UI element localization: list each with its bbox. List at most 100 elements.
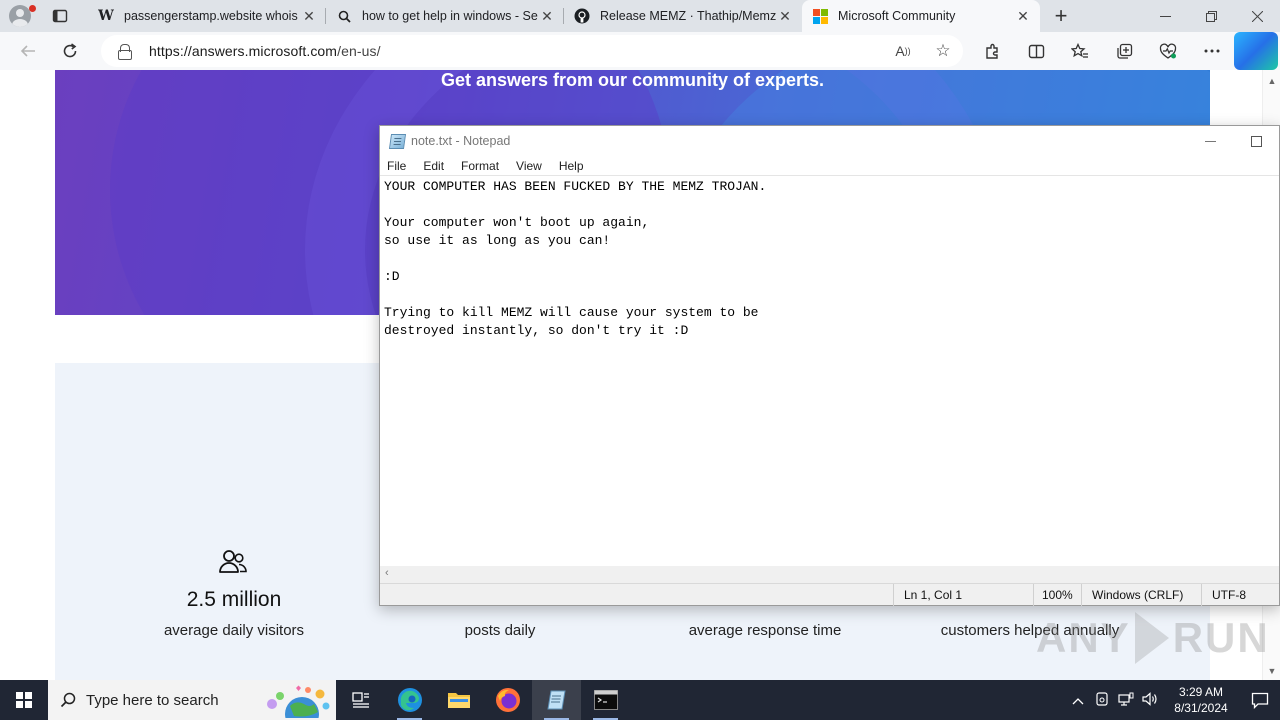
tab-whois[interactable]: W passengerstamp.website whois lo ✕ <box>88 0 326 32</box>
menu-view[interactable]: View <box>516 159 550 173</box>
window-controls <box>1142 0 1280 32</box>
scroll-left-arrow-icon[interactable]: ‹ <box>385 567 389 579</box>
search-icon <box>60 692 76 708</box>
system-tray: 3:29 AM 8/31/2024 <box>1066 680 1280 720</box>
taskbar-search-box[interactable]: Type here to search <box>48 680 336 720</box>
notification-icon <box>1251 692 1269 709</box>
url-text[interactable]: https://answers.microsoft.com/en-us/ <box>149 43 381 59</box>
new-tab-button[interactable]: + <box>1040 0 1082 32</box>
notepad-app-icon <box>388 133 407 149</box>
browser-essentials-icon[interactable] <box>1146 32 1190 70</box>
tab-close-icon[interactable]: ✕ <box>776 8 794 25</box>
stat-visitors-label: average daily visitors <box>163 622 305 639</box>
close-icon[interactable] <box>1234 0 1280 32</box>
firefox-icon <box>495 688 520 712</box>
volume-icon[interactable] <box>1138 691 1162 709</box>
anyrun-watermark: ANY RUN <box>1036 606 1268 670</box>
notepad-text-area[interactable]: YOUR COMPUTER HAS BEEN FUCKED BY THE MEM… <box>384 178 1274 566</box>
menu-edit[interactable]: Edit <box>423 159 452 173</box>
start-button[interactable] <box>0 680 48 720</box>
task-view-button[interactable] <box>336 680 385 720</box>
notepad-horizontal-scrollbar[interactable]: ‹ <box>380 566 1279 583</box>
read-aloud-icon[interactable]: A)) <box>883 35 923 67</box>
search-placeholder: Type here to search <box>86 691 219 709</box>
browser-toolbar-icons <box>970 32 1278 70</box>
split-screen-icon[interactable] <box>1014 32 1058 70</box>
tab-actions-icon <box>52 9 68 23</box>
back-button[interactable] <box>7 32 49 70</box>
tab-actions-button[interactable] <box>40 0 80 32</box>
search-icon <box>336 8 352 24</box>
notepad-icon <box>546 690 566 710</box>
device-icon[interactable] <box>1090 691 1114 709</box>
menu-format[interactable]: Format <box>461 159 507 173</box>
tab-title: Microsoft Community <box>838 9 956 23</box>
tab-github-release[interactable]: Release MEMZ · Thathip/Memz-D ✕ <box>564 0 802 32</box>
tab-title: how to get help in windows - Sea <box>362 9 538 23</box>
tab-close-icon[interactable]: ✕ <box>300 8 318 25</box>
tab-close-icon[interactable]: ✕ <box>538 8 556 25</box>
address-toolbar: https://answers.microsoft.com/en-us/ A))… <box>0 32 1280 70</box>
extensions-icon[interactable] <box>970 32 1014 70</box>
taskbar-firefox[interactable] <box>483 680 532 720</box>
taskbar-notepad[interactable] <box>532 680 581 720</box>
favorite-star-icon[interactable]: ☆ <box>923 35 963 67</box>
microsoft-logo-icon <box>812 8 828 24</box>
address-bar-actions: A)) ☆ <box>883 35 963 67</box>
stat-visitors-value: 2.5 million <box>186 588 282 611</box>
collections-icon[interactable] <box>1102 32 1146 70</box>
stat-posts-label: posts daily <box>464 622 536 639</box>
more-menu-icon[interactable] <box>1190 32 1234 70</box>
scroll-down-arrow-icon[interactable]: ▼ <box>1263 666 1280 676</box>
notepad-window-controls <box>1187 126 1279 156</box>
taskbar-command-prompt[interactable] <box>581 680 630 720</box>
profile-notification-dot <box>29 5 36 12</box>
cmd-icon <box>593 690 618 710</box>
show-hidden-icons-chevron-icon[interactable] <box>1066 693 1090 708</box>
menu-help[interactable]: Help <box>559 159 592 173</box>
folder-icon <box>447 693 470 708</box>
favorites-icon[interactable] <box>1058 32 1102 70</box>
tab-title: passengerstamp.website whois lo <box>124 9 300 23</box>
back-arrow-icon <box>20 45 35 57</box>
tab-close-icon[interactable]: ✕ <box>1014 8 1032 25</box>
windows-logo-icon <box>16 692 32 708</box>
scroll-up-arrow-icon[interactable]: ▲ <box>1263 76 1280 86</box>
notepad-title-bar[interactable]: note.txt - Notepad <box>380 126 1279 156</box>
notepad-maximize-icon[interactable] <box>1233 126 1279 156</box>
notepad-minimize-icon[interactable] <box>1187 126 1233 156</box>
edge-icon <box>397 688 422 712</box>
stat-response-label: average response time <box>688 622 842 639</box>
taskbar-file-explorer[interactable] <box>434 680 483 720</box>
task-view-icon <box>351 692 369 708</box>
status-encoding: UTF-8 <box>1201 584 1279 606</box>
wikipedia-w-icon: W <box>98 8 114 24</box>
play-triangle-icon <box>1134 612 1169 664</box>
minimize-icon[interactable] <box>1142 0 1188 32</box>
restore-icon[interactable] <box>1188 0 1234 32</box>
network-icon[interactable] <box>1114 692 1138 709</box>
notepad-window[interactable]: note.txt - Notepad File Edit Format View… <box>379 125 1280 606</box>
taskbar-edge[interactable] <box>385 680 434 720</box>
system-clock[interactable]: 3:29 AM 8/31/2024 <box>1162 684 1240 716</box>
watermark-text-left: ANY <box>1036 614 1131 661</box>
github-icon <box>574 8 590 24</box>
copilot-button[interactable] <box>1234 32 1278 70</box>
menu-file[interactable]: File <box>387 159 414 173</box>
status-cursor-position: Ln 1, Col 1 <box>893 584 1033 606</box>
profile-button[interactable] <box>0 0 40 32</box>
notification-center-button[interactable] <box>1240 680 1280 720</box>
refresh-button[interactable] <box>49 32 91 70</box>
clock-time: 3:29 AM <box>1178 685 1224 699</box>
address-bar[interactable]: https://answers.microsoft.com/en-us/ A))… <box>101 35 963 67</box>
tab-microsoft-community[interactable]: Microsoft Community ✕ <box>802 0 1040 32</box>
people-icon <box>219 550 247 573</box>
status-line-ending: Windows (CRLF) <box>1081 584 1201 606</box>
refresh-icon <box>63 43 77 58</box>
search-highlight-globe-icon <box>267 685 330 718</box>
lock-icon[interactable] <box>117 44 132 60</box>
tab-search[interactable]: how to get help in windows - Sea ✕ <box>326 0 564 32</box>
url-host: https://answers.microsoft.com <box>149 43 338 59</box>
tab-title: Release MEMZ · Thathip/Memz-D <box>600 9 776 23</box>
windows-taskbar: Type here to search 3:29 AM 8/31/2024 <box>0 680 1280 720</box>
